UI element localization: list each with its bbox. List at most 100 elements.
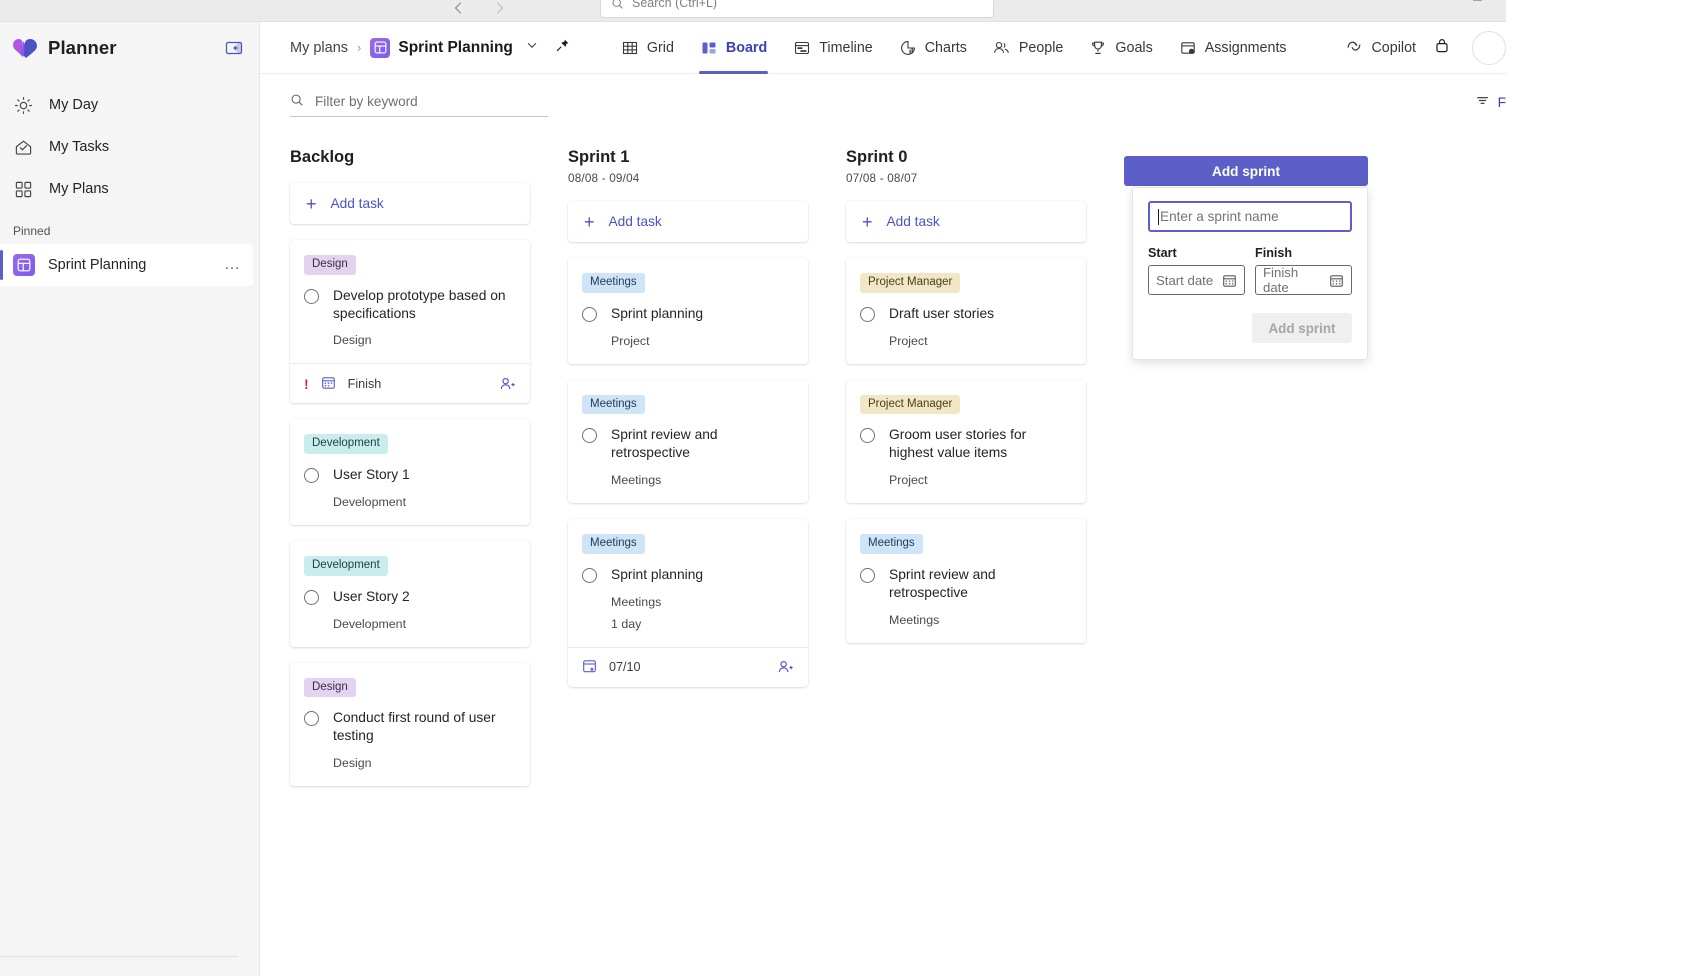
calendar-icon[interactable] bbox=[1329, 273, 1344, 288]
task-complete-radio[interactable] bbox=[304, 711, 319, 727]
label-chip[interactable]: Design bbox=[304, 677, 356, 698]
pin-icon[interactable] bbox=[555, 38, 570, 58]
task-bucket: Meetings bbox=[889, 612, 940, 627]
task-title: Sprint planning bbox=[611, 566, 704, 582]
page-title: Sprint Planning bbox=[398, 38, 513, 56]
tab-assignments[interactable]: Assignments bbox=[1168, 22, 1298, 74]
task-complete-radio[interactable] bbox=[582, 428, 597, 444]
task-complete-radio[interactable] bbox=[860, 567, 875, 583]
avatar[interactable] bbox=[1472, 30, 1506, 65]
task-card[interactable]: Project Manager Draft user stories Proje… bbox=[846, 258, 1086, 364]
label-chip[interactable]: Development bbox=[304, 434, 388, 455]
add-sprint-button[interactable]: Add sprint bbox=[1124, 156, 1368, 186]
task-bucket: Project bbox=[611, 333, 650, 348]
task-card[interactable]: Development User Story 2 Development bbox=[290, 541, 530, 647]
copilot-label: Copilot bbox=[1371, 39, 1416, 56]
filter-button[interactable]: F bbox=[1475, 93, 1506, 111]
tab-timeline[interactable]: Timeline bbox=[782, 22, 884, 74]
label-chip[interactable]: Design bbox=[304, 255, 356, 275]
tab-board[interactable]: Board bbox=[689, 22, 778, 74]
finish-date-input[interactable]: Finish date bbox=[1255, 265, 1352, 295]
charts-icon bbox=[899, 39, 917, 57]
add-task-button[interactable]: + Add task bbox=[290, 183, 530, 224]
notifications-bell-icon[interactable] bbox=[1470, 0, 1485, 10]
task-complete-radio[interactable] bbox=[582, 306, 597, 322]
add-task-button[interactable]: + Add task bbox=[568, 201, 808, 242]
label-chip[interactable]: Project Manager bbox=[860, 394, 961, 415]
label-chip[interactable]: Development bbox=[304, 556, 388, 576]
task-complete-radio[interactable] bbox=[304, 589, 319, 605]
sun-icon bbox=[13, 95, 33, 115]
tab-grid[interactable]: Grid bbox=[610, 22, 685, 74]
sprint-name-placeholder: Enter a sprint name bbox=[1160, 209, 1279, 224]
tasks-inbox-icon bbox=[13, 137, 33, 157]
task-complete-radio[interactable] bbox=[582, 567, 597, 583]
back-icon[interactable] bbox=[452, 1, 466, 20]
task-card[interactable]: Meetings Sprint planning Meetings 1 day bbox=[568, 519, 808, 687]
breadcrumb-my-plans[interactable]: My plans bbox=[290, 40, 348, 56]
global-search-input[interactable]: Search (Ctrl+L) bbox=[600, 0, 994, 18]
tab-charts[interactable]: Charts bbox=[888, 22, 978, 74]
finish-date-field: Finish Finish date bbox=[1255, 246, 1352, 295]
calendar-icon[interactable] bbox=[1222, 273, 1237, 288]
chevron-down-icon[interactable] bbox=[525, 38, 539, 57]
task-card[interactable]: Design Conduct first round of user testi… bbox=[290, 662, 530, 787]
task-card[interactable]: Meetings Sprint planning Project bbox=[568, 258, 808, 364]
add-task-card[interactable]: + Add task bbox=[290, 183, 530, 224]
forward-icon[interactable] bbox=[492, 1, 506, 20]
label-chip[interactable]: Project Manager bbox=[860, 273, 961, 293]
sidebar-item-my-tasks[interactable]: My Tasks bbox=[0, 126, 259, 168]
lock-icon[interactable] bbox=[1434, 37, 1450, 59]
finish-date-placeholder: Finish date bbox=[1263, 265, 1299, 295]
finish-date-label: Finish bbox=[1255, 246, 1293, 260]
start-date-input[interactable]: Start date bbox=[1148, 265, 1245, 295]
viewport-right-gutter bbox=[1506, 22, 1696, 976]
add-task-card[interactable]: + Add task bbox=[846, 201, 1086, 242]
sprint-name-input[interactable]: Enter a sprint name bbox=[1148, 201, 1352, 232]
task-complete-radio[interactable] bbox=[304, 288, 319, 304]
task-card[interactable]: Meetings Sprint review and retrospective… bbox=[568, 379, 808, 504]
tab-label: Grid bbox=[646, 39, 674, 56]
sidebar-item-my-plans[interactable]: My Plans bbox=[0, 168, 259, 210]
sidebar-item-label: Sprint Planning bbox=[48, 257, 147, 273]
label-chip[interactable]: Meetings bbox=[860, 534, 923, 554]
plus-icon: + bbox=[584, 211, 595, 232]
add-sprint-submit-button[interactable]: Add sprint bbox=[1252, 313, 1352, 343]
sidebar-footer bbox=[0, 956, 238, 976]
label-chip[interactable]: Meetings bbox=[582, 534, 645, 554]
task-card[interactable]: Development User Story 1 Development bbox=[290, 419, 530, 526]
trophy-icon bbox=[1089, 39, 1107, 57]
task-complete-radio[interactable] bbox=[860, 306, 875, 322]
due-date-label[interactable]: Finish bbox=[348, 377, 382, 391]
collapse-sidebar-icon[interactable] bbox=[223, 37, 245, 59]
assign-person-icon[interactable] bbox=[499, 376, 516, 392]
browser-nav bbox=[452, 1, 506, 20]
search-input[interactable]: Filter by keyword bbox=[290, 87, 548, 117]
sidebar-item-sprint-planning[interactable]: Sprint Planning … bbox=[0, 244, 253, 286]
task-bucket: Design bbox=[333, 756, 372, 771]
tab-goals[interactable]: Goals bbox=[1078, 22, 1163, 74]
sidebar-item-my-day[interactable]: My Day bbox=[0, 84, 259, 126]
start-date-label[interactable]: 07/10 bbox=[609, 660, 641, 674]
assignments-icon bbox=[1179, 39, 1197, 57]
add-task-button[interactable]: + Add task bbox=[846, 201, 1086, 242]
task-card[interactable]: Meetings Sprint review and retrospective… bbox=[846, 519, 1086, 643]
task-complete-radio[interactable] bbox=[304, 468, 319, 484]
add-task-card[interactable]: + Add task bbox=[568, 201, 808, 242]
task-duration: 1 day bbox=[611, 616, 642, 631]
toolbar-right: Copilot bbox=[1345, 30, 1506, 65]
label-chip[interactable]: Meetings bbox=[582, 394, 645, 415]
column-title: Sprint 1 bbox=[568, 148, 630, 166]
task-card[interactable]: Project Manager Groom user stories for h… bbox=[846, 379, 1086, 504]
task-bucket: Design bbox=[333, 333, 372, 348]
more-options-icon[interactable]: … bbox=[224, 256, 241, 274]
task-title: User Story 1 bbox=[333, 467, 410, 483]
task-complete-radio[interactable] bbox=[860, 428, 875, 444]
tab-people[interactable]: People bbox=[982, 22, 1075, 74]
task-card[interactable]: Design Develop prototype based on specif… bbox=[290, 240, 530, 404]
label-chip[interactable]: Meetings bbox=[582, 273, 645, 293]
assign-person-icon[interactable] bbox=[777, 659, 794, 675]
task-title: User Story 2 bbox=[333, 588, 410, 604]
copilot-button[interactable]: Copilot bbox=[1345, 38, 1416, 58]
task-title: Conduct first round of user testing bbox=[333, 710, 496, 744]
